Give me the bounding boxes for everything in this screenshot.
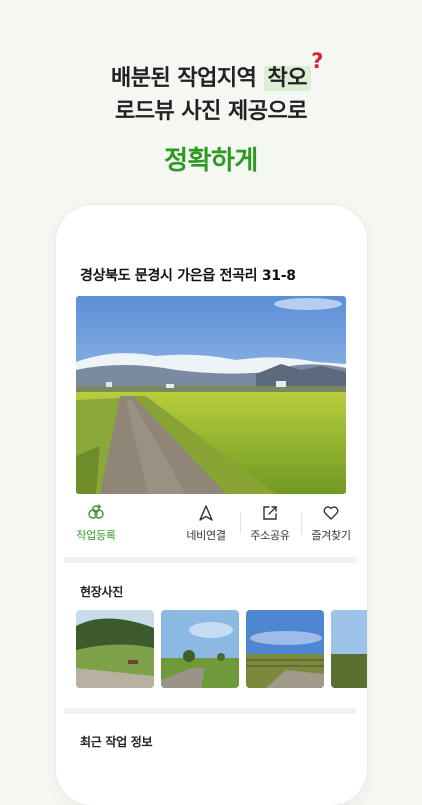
field-photo[interactable] (246, 610, 324, 688)
promo-headline: 배분된 작업지역 착오? 로드뷰 사진 제공으로 정확하게 (0, 49, 422, 177)
favorite-label: 즐겨찾기 (311, 529, 351, 542)
navigation-arrow-icon (197, 503, 215, 523)
headline-accent: 정확하게 (164, 146, 258, 176)
question-mark-icon: ? (311, 49, 323, 73)
headline-line-1: 배분된 작업지역 착오? (0, 49, 422, 95)
roadview-photo[interactable] (76, 296, 346, 494)
share-address-label: 주소공유 (250, 529, 290, 542)
field-photo[interactable] (76, 610, 154, 688)
favorite-button[interactable]: 즐겨찾기 (303, 503, 359, 547)
plant-icon (87, 503, 105, 523)
action-separator (301, 512, 302, 534)
headline-line-1-text: 배분된 작업지역 (111, 66, 264, 91)
heart-icon (322, 503, 340, 523)
field-photo[interactable] (161, 610, 239, 688)
recent-work-title: 최근 작업 정보 (80, 735, 153, 749)
field-photos-title: 현장사진 (80, 585, 123, 599)
navigation-button[interactable]: 네비연결 (174, 503, 238, 547)
field-photo[interactable] (331, 610, 367, 688)
action-bar: 작업등록 네비연결 주소공유 즐겨찾기 (64, 503, 359, 547)
register-work-button[interactable]: 작업등록 (64, 503, 128, 547)
action-separator (240, 512, 241, 534)
phone-mockup: 경상북도 문경시 가은읍 전곡리 31-8 작업등록 네비연결 주소공유 즐겨찾… (56, 205, 367, 805)
section-divider (64, 708, 356, 714)
share-icon (261, 503, 279, 523)
section-divider (64, 557, 356, 563)
location-address: 경상북도 문경시 가은읍 전곡리 31-8 (80, 268, 296, 284)
register-work-label: 작업등록 (76, 529, 116, 542)
headline-line-2: 로드뷰 사진 제공으로 (115, 99, 307, 124)
field-photos-strip[interactable] (76, 610, 367, 690)
share-address-button[interactable]: 주소공유 (242, 503, 298, 547)
headline-highlight: 착오 (263, 66, 311, 91)
navigation-label: 네비연결 (186, 529, 226, 542)
headline-highlight-wrap: 착오? (263, 49, 323, 95)
